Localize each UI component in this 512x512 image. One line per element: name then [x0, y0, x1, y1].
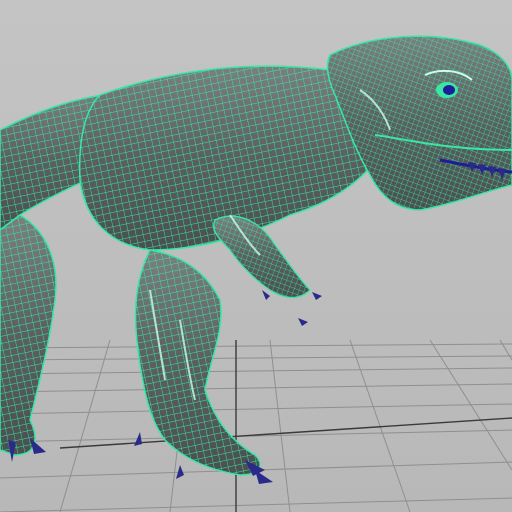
trex-pupil [443, 85, 455, 95]
grid-axis-lines [59, 340, 512, 512]
trex-model[interactable] [0, 35, 512, 484]
ground-grid [0, 339, 512, 512]
3d-viewport[interactable] [0, 0, 512, 512]
viewport-canvas[interactable] [0, 0, 512, 512]
